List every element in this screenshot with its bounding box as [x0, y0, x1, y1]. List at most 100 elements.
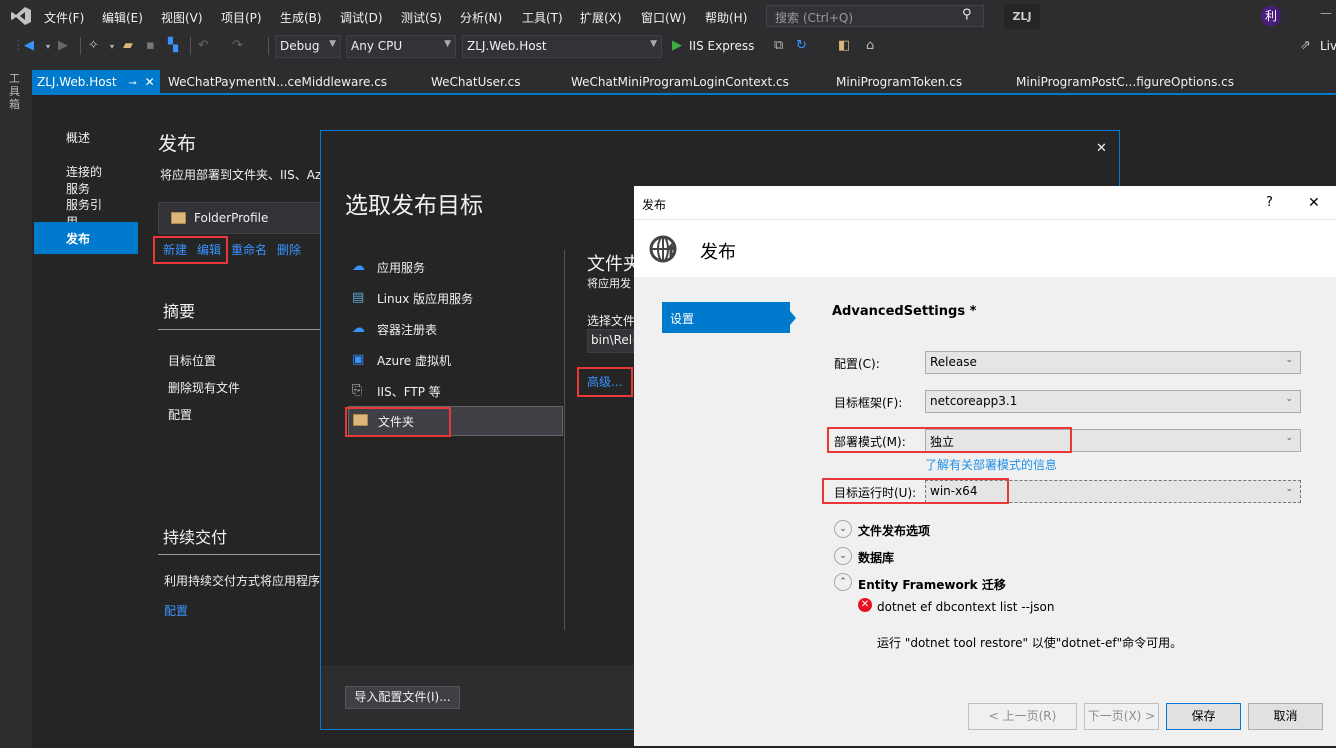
target-container-registry[interactable]: ☁ 容器注册表	[348, 315, 563, 343]
ef-migrations-section[interactable]: Entity Framework 迁移	[858, 576, 1006, 593]
toolbox-tab[interactable]: 工具箱	[9, 72, 23, 111]
nav-item-connected-services[interactable]: 连接的服务	[34, 155, 138, 196]
menu-help[interactable]: 帮助(H)	[705, 9, 747, 26]
target-iis-ftp[interactable]: ⎘ IIS、FTP 等	[348, 377, 563, 405]
run-icon[interactable]: ▶	[672, 38, 682, 53]
close-icon[interactable]: ✕	[145, 75, 155, 89]
tab-zlj-web-host[interactable]: ZLJ.Web.Host ⊸ ✕	[32, 70, 160, 94]
cd-configure-link[interactable]: 配置	[164, 602, 188, 619]
tab-wechat-user[interactable]: WeChatUser.cs	[426, 70, 526, 94]
menu-analyze[interactable]: 分析(N)	[460, 9, 502, 26]
divider	[564, 250, 565, 630]
redo-icon[interactable]: ↷	[232, 38, 243, 53]
menu-test[interactable]: 测试(S)	[401, 9, 442, 26]
import-profile-button[interactable]: 导入配置文件(I)...	[345, 686, 460, 709]
avatar[interactable]: 利	[1261, 6, 1281, 26]
expand-database-icon[interactable]: ⌄	[834, 547, 852, 565]
folder-path-input[interactable]: bin\Rele	[587, 329, 634, 353]
next-page-button[interactable]: 下一页(X) >	[1084, 703, 1159, 730]
open-folder-icon[interactable]: ▰	[123, 38, 133, 53]
tab-wechat-payment[interactable]: WeChatPaymentN...ceMiddleware.cs	[163, 70, 392, 94]
close-icon[interactable]: ✕	[1096, 141, 1107, 156]
visual-studio-logo-icon[interactable]	[10, 6, 32, 26]
menu-view[interactable]: 视图(V)	[161, 9, 203, 26]
save-all-icon[interactable]: ▚	[168, 38, 178, 53]
file-publish-options-section[interactable]: 文件发布选项	[858, 522, 930, 539]
nav-item-publish[interactable]: 发布	[34, 222, 138, 254]
database-section[interactable]: 数据库	[858, 549, 894, 566]
configuration-select[interactable]: Release ⌄	[925, 351, 1301, 374]
minimize-button[interactable]: —	[1320, 6, 1332, 20]
target-framework-select[interactable]: netcoreapp3.1 ⌄	[925, 390, 1301, 413]
run-button-label[interactable]: IIS Express	[689, 39, 754, 53]
live-share-label[interactable]: Liv	[1320, 39, 1336, 53]
help-button[interactable]: ?	[1266, 195, 1273, 210]
dialog-header	[634, 219, 1336, 277]
page-title: 发布	[158, 133, 197, 155]
iis-ftp-icon: ⎘	[352, 383, 363, 398]
target-label: IIS、FTP 等	[377, 385, 441, 399]
virtual-machine-icon: ▣	[352, 352, 365, 367]
menu-project[interactable]: 项目(P)	[221, 9, 262, 26]
nav-item-service-references[interactable]: 服务引用	[34, 188, 138, 229]
target-linux-app-service[interactable]: ▤ Linux 版应用服务	[348, 284, 563, 312]
live-share-icon[interactable]: ⇗	[1300, 38, 1311, 53]
divider	[158, 554, 320, 555]
tab-miniprogram-postconfigure[interactable]: MiniProgramPostC...figureOptions.cs	[1011, 70, 1239, 94]
target-label: 容器注册表	[377, 323, 438, 337]
highlight-box	[822, 478, 1009, 504]
forward-icon[interactable]: ▶	[58, 38, 68, 53]
menu-debug[interactable]: 调试(D)	[340, 9, 383, 26]
back-icon[interactable]: ◀	[24, 38, 34, 53]
chevron-down-icon: ▼	[650, 39, 657, 49]
target-azure-vm[interactable]: ▣ Azure 虚拟机	[348, 346, 563, 374]
menu-edit[interactable]: 编辑(E)	[102, 9, 143, 26]
chevron-down-icon: ⌄	[1285, 394, 1293, 404]
undo-icon[interactable]: ↶	[198, 38, 209, 53]
rename-profile-link[interactable]: 重命名	[231, 241, 267, 258]
back-dropdown-icon[interactable]: ▾	[46, 42, 50, 51]
menu-build[interactable]: 生成(B)	[280, 9, 322, 26]
save-button[interactable]: 保存	[1166, 703, 1241, 730]
menu-file[interactable]: 文件(F)	[44, 9, 84, 26]
refresh-icon[interactable]: ↻	[796, 38, 807, 53]
browser-link-icon[interactable]: ⧉	[774, 38, 783, 53]
divider	[158, 329, 320, 330]
folder-icon	[171, 212, 186, 224]
tab-miniprogram-token[interactable]: MiniProgramToken.cs	[831, 70, 967, 94]
platform-dropdown[interactable]: Any CPU ▼	[346, 35, 456, 58]
startup-project-dropdown[interactable]: ZLJ.Web.Host ▼	[462, 35, 662, 58]
globe-publish-icon	[649, 235, 677, 263]
dialog-header-title: 发布	[700, 242, 736, 263]
find-files-icon[interactable]: ◧	[838, 38, 850, 53]
delete-profile-link[interactable]: 删除	[277, 241, 301, 258]
search-icon[interactable]: ⚲	[962, 7, 972, 22]
new-project-icon[interactable]: ✧	[88, 38, 99, 53]
home-icon[interactable]: ⌂	[866, 38, 874, 53]
menu-extensions[interactable]: 扩展(X)	[580, 9, 622, 26]
close-button[interactable]: ✕	[1308, 195, 1320, 211]
tab-wechat-miniprogram-login[interactable]: WeChatMiniProgramLoginContext.cs	[566, 70, 794, 94]
deployment-mode-info-link[interactable]: 了解有关部署模式的信息	[925, 456, 1057, 473]
dialog-titlebar	[634, 186, 1336, 219]
expand-file-publish-options-icon[interactable]: ⌄	[834, 520, 852, 538]
section-title: AdvancedSettings *	[832, 304, 977, 319]
chevron-down-icon: ▼	[329, 39, 336, 49]
nav-item-overview[interactable]: 概述	[34, 121, 138, 153]
prev-page-button[interactable]: < 上一页(R)	[968, 703, 1077, 730]
target-app-service[interactable]: ☁ 应用服务	[348, 253, 563, 281]
menu-tools[interactable]: 工具(T)	[522, 9, 563, 26]
new-dropdown-icon[interactable]: ▾	[110, 42, 114, 51]
configuration-dropdown[interactable]: Debug ▼	[275, 35, 341, 58]
chevron-down-icon: ⌄	[1285, 433, 1293, 443]
pin-icon[interactable]: ⊸	[128, 78, 136, 89]
cancel-button[interactable]: 取消	[1248, 703, 1323, 730]
profile-selector[interactable]: FolderProfile	[158, 202, 323, 234]
menu-window[interactable]: 窗口(W)	[641, 9, 686, 26]
select-value: netcoreapp3.1	[930, 394, 1018, 408]
search-input[interactable]: 搜索 (Ctrl+Q)	[766, 5, 984, 27]
save-icon[interactable]: ▪	[146, 38, 155, 53]
side-tab-settings[interactable]: 设置	[662, 302, 790, 333]
cd-description: 利用持续交付方式将应用程序	[164, 574, 320, 588]
collapse-ef-migrations-icon[interactable]: ⌃	[834, 573, 852, 591]
